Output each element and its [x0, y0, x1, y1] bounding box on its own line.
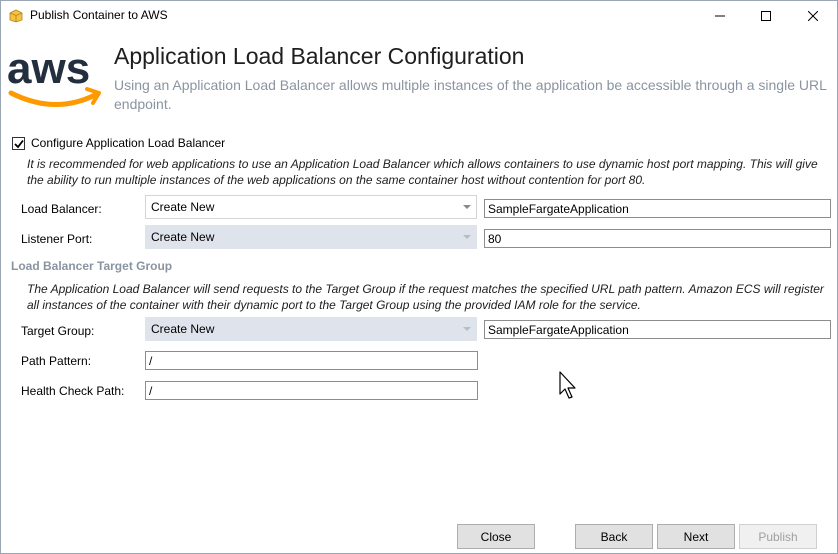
publish-button[interactable]: Publish [739, 524, 817, 549]
target-group-selected: Create New [151, 322, 215, 336]
health-check-path-input[interactable]: / [145, 381, 478, 400]
page-header: aws Application Load Balancer Configurat… [1, 31, 837, 121]
next-button[interactable]: Next [657, 524, 735, 549]
page-description: Using an Application Load Balancer allow… [114, 77, 827, 112]
mouse-cursor-icon [559, 371, 576, 399]
listener-port-selected: Create New [151, 230, 215, 244]
page-title: Application Load Balancer Configuration [114, 43, 525, 69]
health-check-path-label: Health Check Path: [21, 384, 125, 398]
close-button[interactable]: Close [457, 524, 535, 549]
chevron-down-icon [463, 205, 471, 209]
load-balancer-select[interactable]: Create New [145, 195, 477, 219]
configure-alb-checkbox[interactable] [12, 136, 25, 150]
target-group-name-input[interactable]: SampleFargateApplication [484, 320, 831, 339]
maximize-button[interactable] [743, 1, 789, 31]
checkmark-icon [14, 139, 24, 148]
path-pattern-input[interactable]: / [145, 351, 478, 370]
maximize-icon [761, 11, 771, 21]
load-balancer-selected: Create New [151, 200, 215, 214]
close-icon [808, 11, 818, 21]
title-bar: Publish Container to AWS [1, 1, 837, 31]
path-pattern-label: Path Pattern: [21, 354, 92, 368]
target-group-select: Create New [145, 317, 477, 341]
minimize-button[interactable] [697, 1, 743, 31]
load-balancer-label: Load Balancer: [21, 202, 102, 216]
minimize-icon [715, 15, 725, 17]
back-button[interactable]: Back [575, 524, 653, 549]
publish-dialog: Publish Container to AWS aws Application… [0, 0, 838, 554]
listener-port-select: Create New [145, 225, 477, 249]
svg-text:aws: aws [7, 44, 90, 93]
window-title: Publish Container to AWS [30, 8, 168, 22]
package-icon [9, 9, 23, 23]
alb-note: It is recommended for web applications t… [27, 157, 818, 187]
listener-port-input[interactable]: 80 [484, 229, 831, 248]
configure-alb-row[interactable]: Configure Application Load Balancer [12, 136, 225, 150]
target-group-label: Target Group: [21, 324, 95, 338]
load-balancer-name-input[interactable]: SampleFargateApplication [484, 199, 831, 218]
target-group-note: The Application Load Balancer will send … [27, 282, 824, 312]
chevron-down-icon [463, 235, 471, 239]
listener-port-label: Listener Port: [21, 232, 93, 246]
close-window-button[interactable] [790, 1, 836, 31]
target-group-section-title: Load Balancer Target Group [11, 259, 173, 273]
aws-logo: aws [7, 44, 101, 107]
configure-alb-label: Configure Application Load Balancer [31, 136, 226, 150]
chevron-down-icon [463, 327, 471, 331]
